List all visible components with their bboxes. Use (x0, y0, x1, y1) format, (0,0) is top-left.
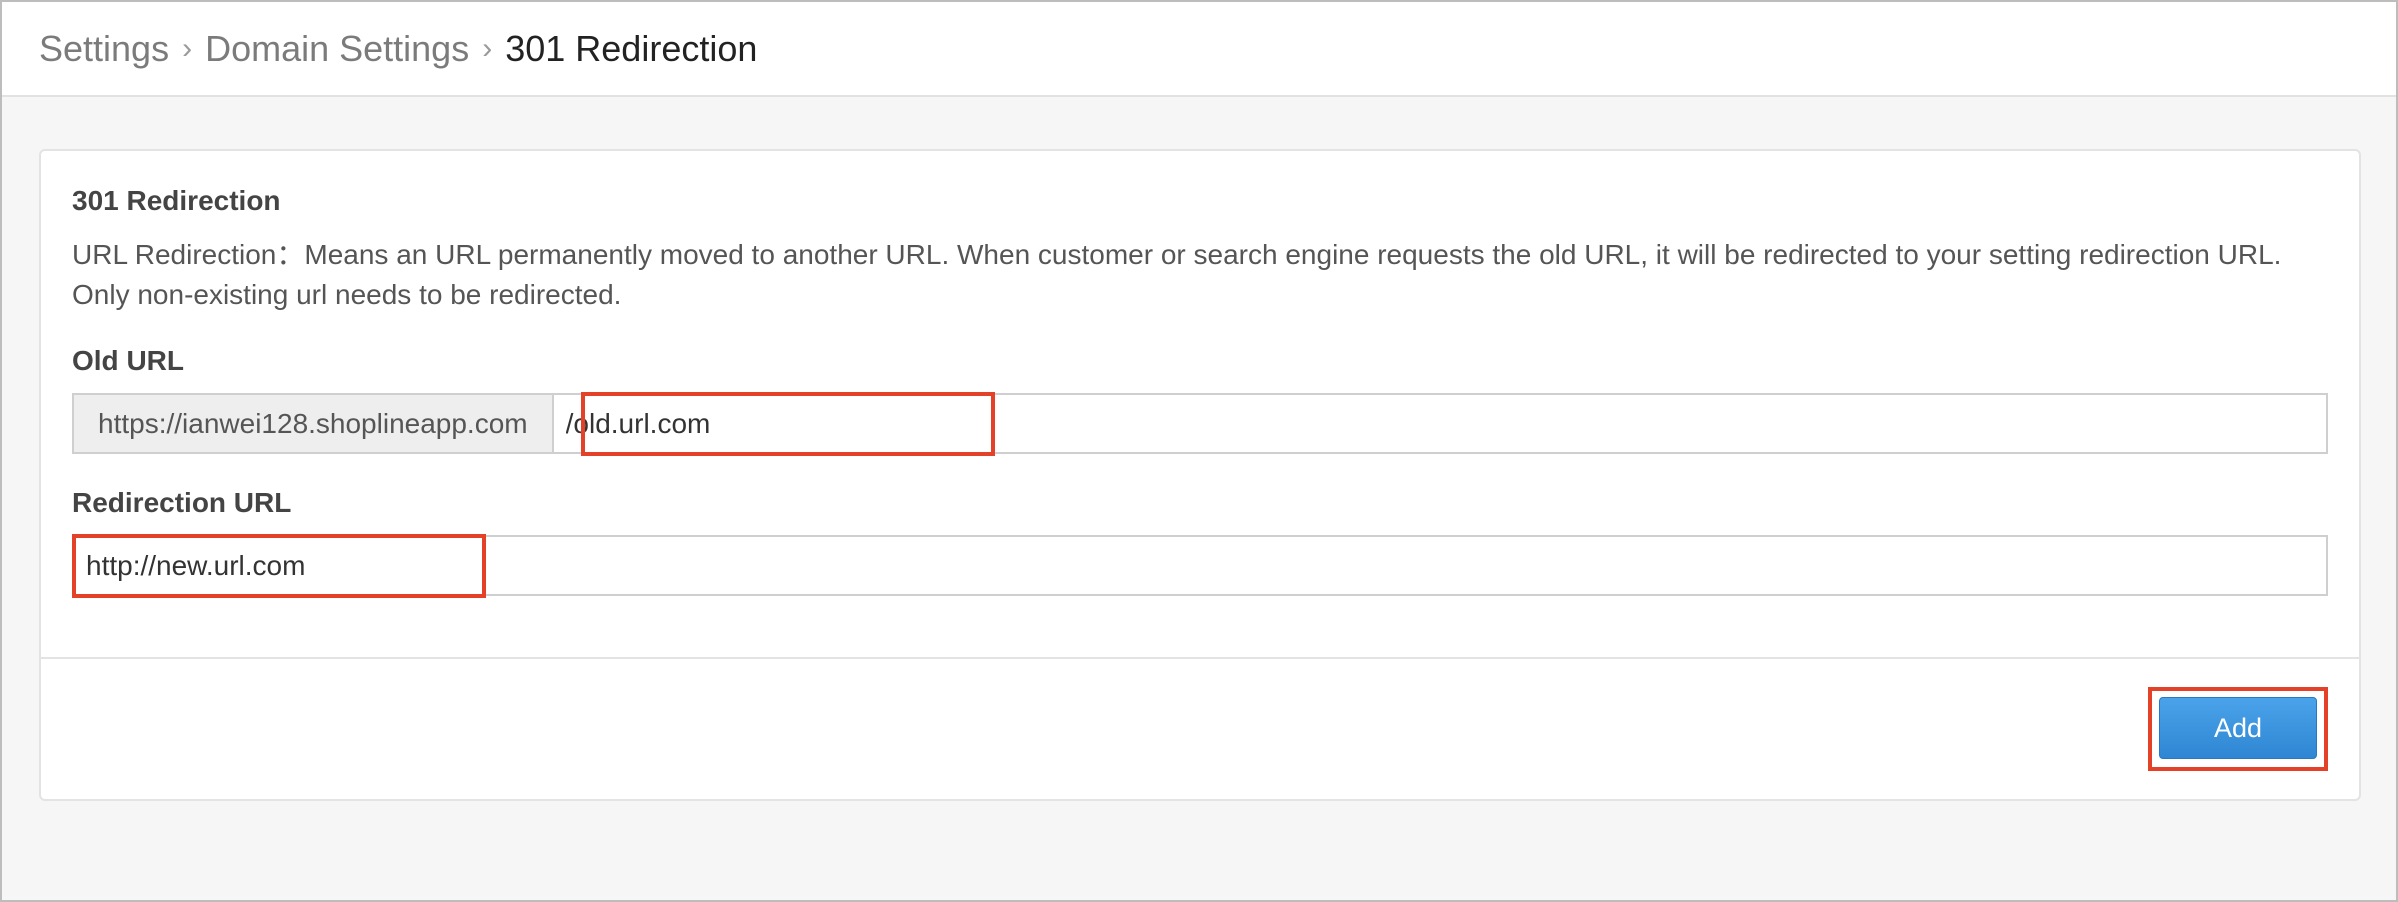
redirection-url-field (72, 535, 2328, 596)
old-url-input-group: https://ianwei128.shoplineapp.com (72, 393, 2328, 454)
breadcrumb-separator-icon: › (182, 31, 193, 65)
redirection-url-label: Redirection URL (72, 487, 292, 518)
breadcrumb-current: 301 Redirection (505, 27, 758, 69)
breadcrumb: Settings › Domain Settings › 301 Redirec… (2, 2, 2396, 97)
card-divider (41, 657, 2359, 659)
redirection-card: 301 Redirection URL Redirection：Means an… (39, 149, 2361, 801)
old-url-input[interactable] (553, 395, 2326, 452)
redirection-url-input[interactable] (74, 537, 2326, 594)
card-description: URL Redirection：Means an URL permanently… (72, 239, 2282, 310)
breadcrumb-separator-icon: › (482, 31, 493, 65)
app-frame: Settings › Domain Settings › 301 Redirec… (0, 0, 2398, 902)
card-title: 301 Redirection (72, 185, 281, 216)
add-button[interactable]: Add (2159, 697, 2317, 759)
breadcrumb-domain-settings[interactable]: Domain Settings (205, 28, 469, 70)
old-url-label: Old URL (72, 345, 184, 376)
breadcrumb-settings[interactable]: Settings (39, 28, 169, 70)
old-url-prefix: https://ianwei128.shoplineapp.com (74, 395, 554, 452)
